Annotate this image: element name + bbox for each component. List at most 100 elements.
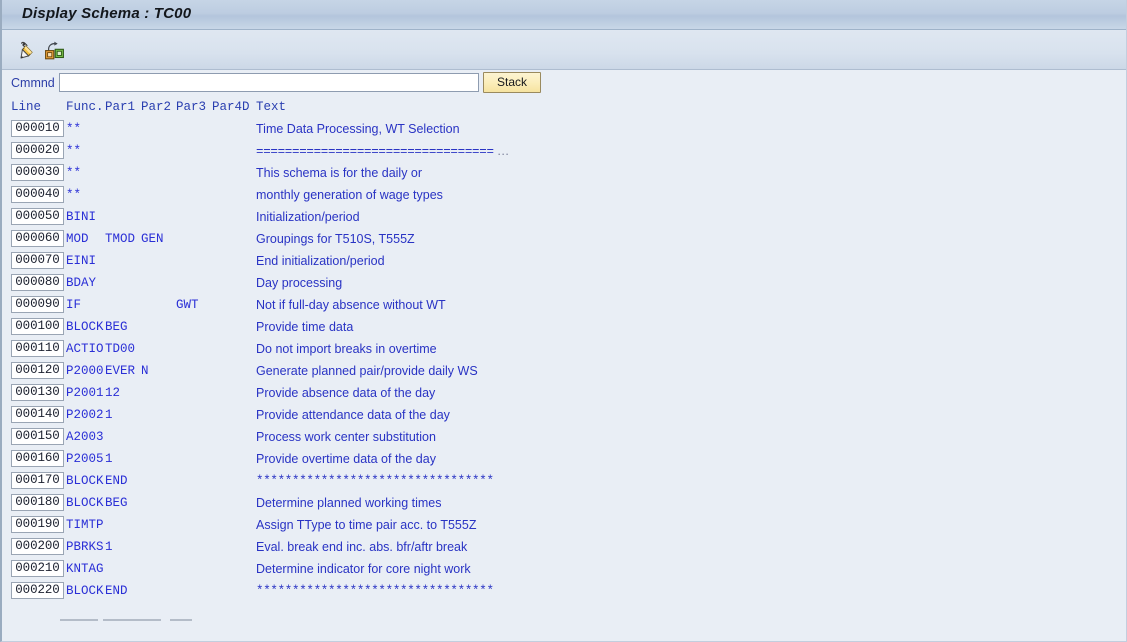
table-row[interactable]: 000050 BINI Initialization/period bbox=[2, 207, 1126, 229]
row-par1-cell: END bbox=[105, 474, 128, 488]
row-func-cell: BINI bbox=[66, 210, 97, 224]
row-par1-cell: TMOD bbox=[105, 232, 136, 246]
row-func-cell: BLOCK bbox=[66, 584, 104, 598]
row-line-number[interactable]: 000180 bbox=[11, 494, 64, 511]
row-text-cell: Time Data Processing, WT Selection bbox=[256, 122, 460, 136]
schema-structure-icon[interactable] bbox=[42, 38, 66, 62]
sap-display-schema-window: Display Schema : TC00 Cmmnd Stack Line F… bbox=[0, 0, 1127, 642]
row-text-cell: End initialization/period bbox=[256, 254, 385, 268]
row-func-cell: KNTAG bbox=[66, 562, 104, 576]
row-func-cell: TIMTP bbox=[66, 518, 104, 532]
row-line-number[interactable]: 000110 bbox=[11, 340, 64, 357]
column-header-d: D bbox=[242, 100, 250, 114]
row-text-cell: Determine planned working times bbox=[256, 496, 442, 510]
row-func-cell: BLOCK bbox=[66, 496, 104, 510]
table-row[interactable]: 000060 MOD TMOD GEN Groupings for T510S, T55… bbox=[2, 229, 1126, 251]
table-row[interactable]: 000220 BLOCK END **************************… bbox=[2, 581, 1126, 603]
row-func-cell: A2003 bbox=[66, 430, 104, 444]
row-text-cell: monthly generation of wage types bbox=[256, 188, 443, 202]
row-line-number[interactable]: 000060 bbox=[11, 230, 64, 247]
column-header-par3: Par3 bbox=[176, 100, 207, 114]
table-row[interactable]: 000140 P2002 1 Provide attendance data of t… bbox=[2, 405, 1126, 427]
row-par3-cell: GWT bbox=[176, 298, 199, 312]
row-text-cell: ********************************* bbox=[256, 584, 494, 598]
table-row[interactable]: 000010 ** Time Data Processing, WT Selecti… bbox=[2, 119, 1126, 141]
row-line-number[interactable]: 000160 bbox=[11, 450, 64, 467]
table-row[interactable]: 000120 P2000 EVER N Generate planned pair/pr… bbox=[2, 361, 1126, 383]
row-line-number[interactable]: 000140 bbox=[11, 406, 64, 423]
row-func-cell: P2005 bbox=[66, 452, 104, 466]
row-line-number[interactable]: 000040 bbox=[11, 186, 64, 203]
row-func-cell: P2000 bbox=[66, 364, 104, 378]
table-row[interactable]: 000190 TIMTP Assign TType to time pair acc… bbox=[2, 515, 1126, 537]
row-line-number[interactable]: 000090 bbox=[11, 296, 64, 313]
table-row[interactable]: 000020 ** ================================… bbox=[2, 141, 1126, 163]
row-par2-cell: N bbox=[141, 364, 149, 378]
row-text-cell: Do not import breaks in overtime bbox=[256, 342, 437, 356]
bottom-rule-segment-1 bbox=[60, 619, 98, 621]
row-text-cell: Eval. break end inc. abs. bfr/aftr break bbox=[256, 540, 468, 554]
row-line-number[interactable]: 000030 bbox=[11, 164, 64, 181]
row-func-cell: BLOCK bbox=[66, 320, 104, 334]
row-line-number[interactable]: 000080 bbox=[11, 274, 64, 291]
row-line-number[interactable]: 000120 bbox=[11, 362, 64, 379]
table-row[interactable]: 000080 BDAY Day processing bbox=[2, 273, 1126, 295]
row-func-cell: ** bbox=[66, 188, 82, 202]
row-func-cell: P2002 bbox=[66, 408, 104, 422]
row-text-cell: This schema is for the daily or bbox=[256, 166, 423, 180]
row-par1-cell: 12 bbox=[105, 386, 121, 400]
row-line-number[interactable]: 000150 bbox=[11, 428, 64, 445]
table-row[interactable]: 000200 PBRKS 1 Eval. break end inc. abs. bf… bbox=[2, 537, 1126, 559]
page-title: Display Schema : TC00 bbox=[22, 5, 192, 22]
table-row[interactable]: 000110 ACTIO TD00 Do not import breaks in o… bbox=[2, 339, 1126, 361]
row-text-cell: ********************************* bbox=[256, 474, 494, 488]
row-line-number[interactable]: 000100 bbox=[11, 318, 64, 335]
row-text-cell: Groupings for T510S, T555Z bbox=[256, 232, 415, 246]
row-line-number[interactable]: 000190 bbox=[11, 516, 64, 533]
row-func-cell: ** bbox=[66, 144, 82, 158]
row-line-number[interactable]: 000210 bbox=[11, 560, 64, 577]
column-header-line: Line bbox=[11, 100, 42, 114]
row-line-number[interactable]: 000020 bbox=[11, 142, 64, 159]
bottom-rule-segment-3 bbox=[170, 619, 192, 621]
table-row[interactable]: 000160 P2005 1 Provide overtime data of the… bbox=[2, 449, 1126, 471]
table-row[interactable]: 000170 BLOCK END **************************… bbox=[2, 471, 1126, 493]
table-column-headers: Line Func. Par1 Par2 Par3 Par4 D Text bbox=[2, 100, 1126, 116]
bottom-rule-segment-2 bbox=[103, 619, 161, 621]
stack-button[interactable]: Stack bbox=[483, 72, 541, 93]
application-toolbar: © www.tutorialkart.com bbox=[2, 30, 1126, 93]
row-line-number[interactable]: 000220 bbox=[11, 582, 64, 599]
table-row[interactable]: 000180 BLOCK BEG Determine planned working … bbox=[2, 493, 1126, 515]
column-header-par2: Par2 bbox=[141, 100, 172, 114]
row-text-cell: Initialization/period bbox=[256, 210, 360, 224]
row-text-cell: Generate planned pair/provide daily WS bbox=[256, 364, 478, 378]
table-row[interactable]: 000090 IF GWT Not if full-day absence witho… bbox=[2, 295, 1126, 317]
row-text-cell: Day processing bbox=[256, 276, 343, 290]
row-par1-cell: 1 bbox=[105, 408, 113, 422]
table-row[interactable]: 000150 A2003 Process work center substitut… bbox=[2, 427, 1126, 449]
row-line-number[interactable]: 000200 bbox=[11, 538, 64, 555]
row-text-cell: Provide overtime data of the day bbox=[256, 452, 436, 466]
table-row[interactable]: 000130 P2001 12 Provide absence data of the… bbox=[2, 383, 1126, 405]
row-func-cell: ** bbox=[66, 166, 82, 180]
row-line-number[interactable]: 000050 bbox=[11, 208, 64, 225]
table-row[interactable]: 000100 BLOCK BEG Provide time data bbox=[2, 317, 1126, 339]
row-par1-cell: END bbox=[105, 584, 128, 598]
row-line-number[interactable]: 000170 bbox=[11, 472, 64, 489]
row-text-cell: Provide time data bbox=[256, 320, 354, 334]
table-row[interactable]: 000040 ** monthly generation of wage types bbox=[2, 185, 1126, 207]
command-input[interactable] bbox=[59, 73, 479, 92]
window-title-bar: Display Schema : TC00 bbox=[2, 0, 1126, 30]
table-row[interactable]: 000210 KNTAG Determine indicator for core … bbox=[2, 559, 1126, 581]
row-line-number[interactable]: 000010 bbox=[11, 120, 64, 137]
table-row[interactable]: 000030 ** This schema is for the daily or bbox=[2, 163, 1126, 185]
row-line-number[interactable]: 000130 bbox=[11, 384, 64, 401]
column-header-par1: Par1 bbox=[105, 100, 136, 114]
row-func-cell: ACTIO bbox=[66, 342, 104, 356]
row-line-number[interactable]: 000070 bbox=[11, 252, 64, 269]
display-change-pencil-icon[interactable] bbox=[16, 38, 40, 62]
row-func-cell: BLOCK bbox=[66, 474, 104, 488]
table-row[interactable]: 000070 EINI End initialization/period bbox=[2, 251, 1126, 273]
row-func-cell: MOD bbox=[66, 232, 89, 246]
row-text-cell: Not if full-day absence without WT bbox=[256, 298, 446, 312]
